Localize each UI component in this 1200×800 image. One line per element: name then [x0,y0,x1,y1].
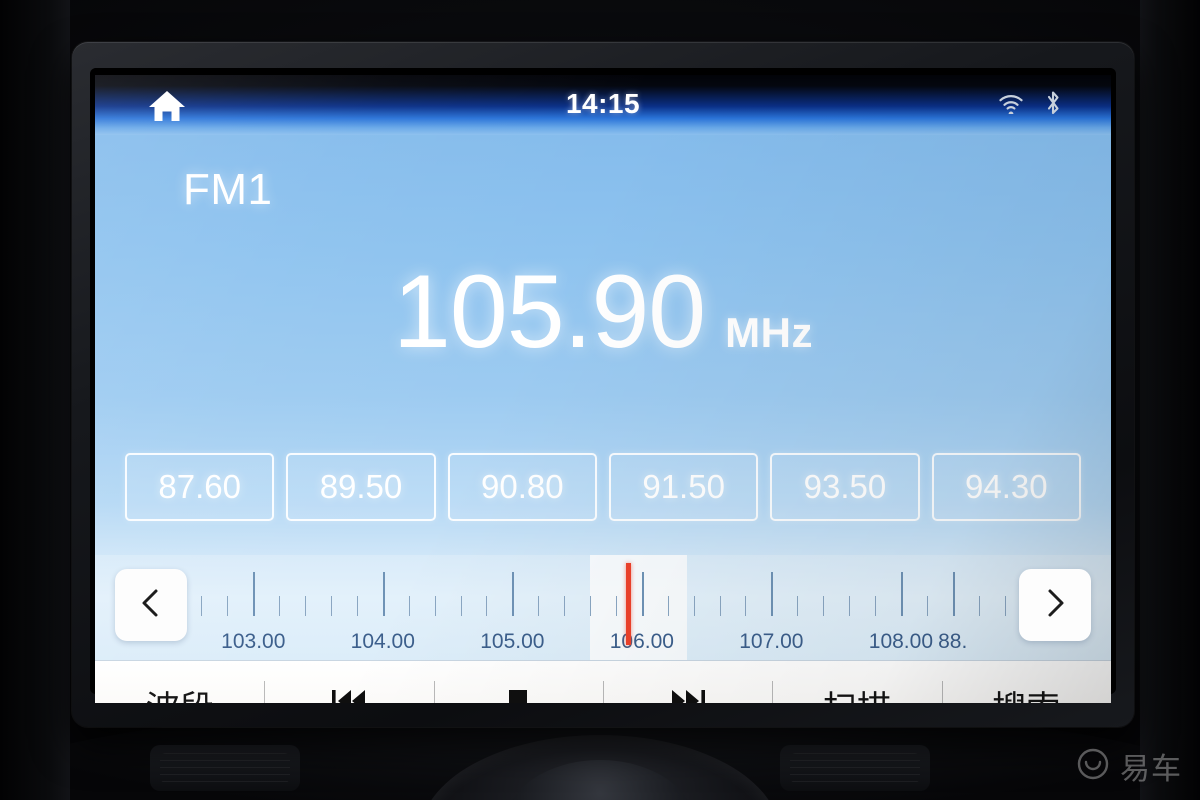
next-track-button[interactable] [602,661,772,703]
wifi-icon [997,92,1025,119]
scale-label: 107.00 [739,630,804,653]
preset-button[interactable]: 89.50 [286,453,436,521]
control-toolbar: 波段 [95,660,1111,703]
scan-button-label: 扫描 [823,681,891,704]
previous-track-button[interactable] [264,661,433,703]
scale-tick-minor [538,596,540,616]
band-label: FM1 [183,165,273,214]
scale-tick-minor [331,596,332,616]
scale-tick-major [900,572,903,616]
air-vent-left [150,745,300,791]
scale-tick-minor [849,596,851,616]
scale-tick-minor [1004,596,1006,616]
scale-tick-minor [564,596,566,616]
scale-tick-minor [486,596,488,616]
status-clock: 14:15 [565,88,641,119]
band-button-label: 波段 [146,681,214,704]
watermark: 易车 [1076,744,1182,788]
scale-tick-minor [719,596,721,616]
scale-tick-minor [434,596,436,616]
scale-tick-minor [201,596,203,616]
scale-tick-minor [408,596,410,616]
preset-buttons: 87.60 89.50 90.80 91.50 93.50 94.30 [125,453,1081,521]
scale-label: 103.00 [221,630,286,653]
watermark-text: 易车 [1120,753,1182,786]
infotainment-screen: 14:15 FM1 105.90 MHz 87.60 89.50 90.80 9… [95,75,1111,703]
preset-button[interactable]: 87.60 [125,453,275,521]
preset-button[interactable]: 90.80 [447,453,597,521]
bezel-shadow-left [0,0,70,800]
tuning-strip: 103.00 104.00 105.00 106.00 107.00 108.00 88. [95,555,1111,660]
stop-icon [502,685,534,703]
bluetooth-icon [1043,89,1063,122]
scale-label: 105.00 [480,630,545,653]
bezel-shadow-right [1140,0,1200,800]
scale-tick-minor [875,596,876,616]
scale-tick-minor [745,596,747,616]
search-button[interactable]: 搜索 [941,661,1111,704]
tune-down-button[interactable] [115,569,187,641]
scale-tick-minor [823,596,825,616]
scan-button[interactable]: 扫描 [772,661,941,703]
tune-up-button[interactable] [1019,569,1091,641]
scale-tick-minor [590,596,592,616]
frequency-scale[interactable]: 103.00 104.00 105.00 106.00 107.00 108.00 88. [195,555,1011,660]
scale-tick-major [771,572,774,616]
radio-main-panel: FM1 105.90 MHz 87.60 89.50 90.80 91.50 9… [95,135,1111,555]
stop-button[interactable] [433,661,603,703]
chevron-right-icon [1038,586,1072,625]
scale-tick-minor [460,596,462,616]
scale-tick-minor [978,596,980,616]
preset-button[interactable]: 93.50 [770,453,920,521]
scale-tick-minor [305,596,307,616]
previous-track-icon [327,685,371,703]
status-icon-group [997,89,1063,122]
scale-tick-minor [356,596,358,616]
air-vent-right [780,745,930,791]
frequency-unit: MHz [725,309,813,356]
preset-button[interactable]: 94.30 [931,453,1081,521]
scale-tick-major [952,572,955,616]
scale-tick-minor [693,596,695,616]
search-button-label: 搜索 [992,681,1060,704]
scale-label: 106.00 [609,630,674,653]
scale-tick-minor [615,596,617,616]
scale-tick-minor [227,596,229,616]
scale-tick-major [512,572,515,616]
preset-button[interactable]: 91.50 [608,453,759,521]
band-button[interactable]: 波段 [95,661,264,704]
scale-tick-major [253,572,256,616]
scale-tick-minor [926,596,928,616]
scale-label: 108.00 [868,630,934,653]
scale-tick-major [382,572,385,616]
scale-tick-minor [797,596,799,616]
scale-tick-minor [667,596,669,616]
yiche-logo-icon [1076,747,1110,786]
next-track-icon [666,685,710,703]
scale-label: 88. [938,630,968,653]
frequency-display: 105.90 MHz [95,260,1111,364]
chevron-left-icon [134,586,168,625]
frequency-value: 105.90 [393,254,706,370]
status-bar: 14:15 [95,75,1111,135]
tuning-needle [626,563,632,645]
scale-tick-major [641,572,644,616]
scale-tick-minor [279,596,281,616]
scale-label: 104.00 [350,630,415,653]
dashboard-photo: 14:15 FM1 105.90 MHz 87.60 89.50 90.80 9… [0,0,1200,800]
